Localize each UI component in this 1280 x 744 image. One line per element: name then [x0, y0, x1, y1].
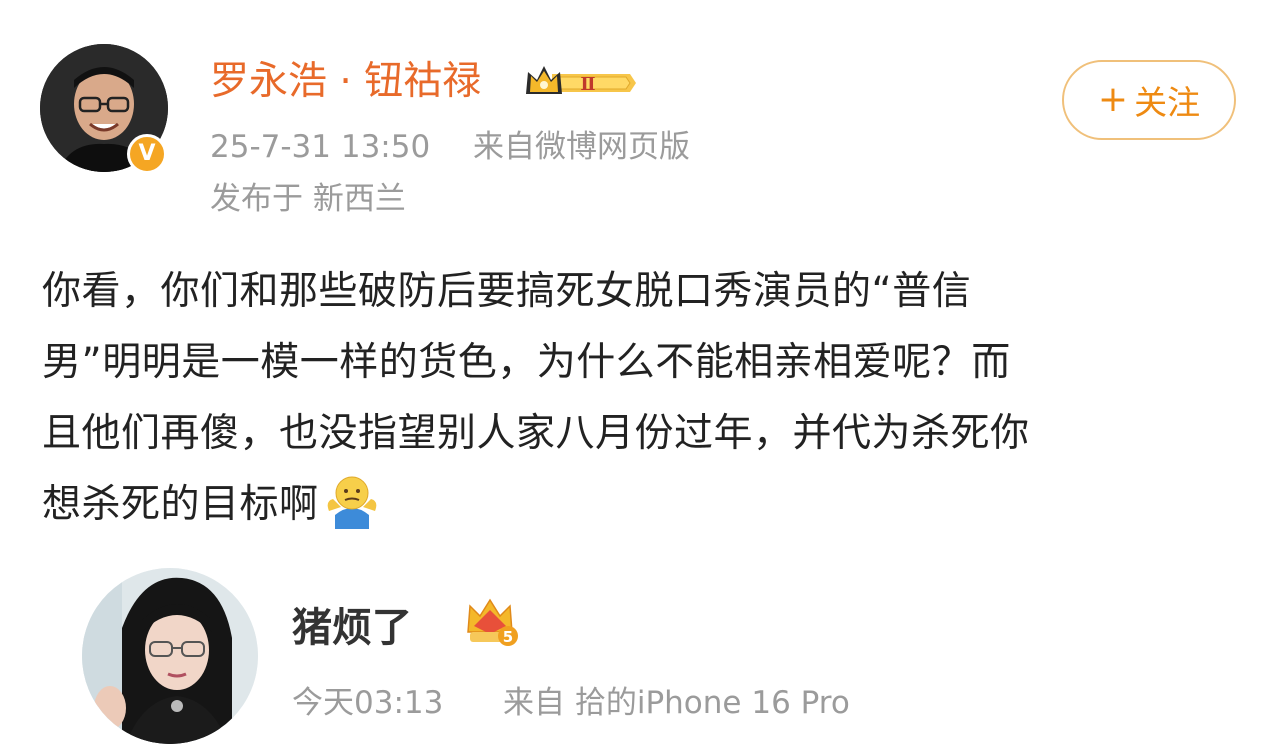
plus-icon: + [1097, 79, 1129, 120]
follow-button-label: 关注 [1134, 83, 1201, 122]
crown-level-text: Ⅱ [580, 74, 595, 95]
reply-level-text: 5 [503, 628, 513, 646]
reply-author-avatar[interactable] [82, 568, 258, 744]
post-content-line: 你看，你们和那些破防后要搞死女脱口秀演员的“普信 [42, 269, 972, 314]
post-content-text: 想杀死的目标啊 [42, 482, 319, 527]
post-content-line: 且他们再傻，也没指望别人家八月份过年，并代为杀死你 [42, 411, 1030, 456]
follow-button[interactable]: + 关注 [1062, 60, 1236, 140]
reply-author-name[interactable]: 猪烦了 [292, 604, 412, 652]
shrug-emoji-icon [327, 476, 376, 529]
post-content: 你看，你们和那些破防后要搞死女脱口秀演员的“普信 男”明明是一模一样的货色，为什… [42, 256, 1242, 540]
post-content-line: 男”明明是一模一样的货色，为什么不能相亲相爱呢？而 [42, 340, 1011, 385]
post-timestamp: 25-7-31 13:50 [210, 129, 431, 165]
crown-level-badge-icon: Ⅱ [522, 62, 636, 104]
post-source: 来自微博网页版 [473, 129, 690, 165]
author-name[interactable]: 罗永浩 · 钮祜禄 [210, 58, 481, 106]
reply-level-crown-icon: 5 [464, 596, 518, 648]
post-location: 发布于 新西兰 [210, 181, 406, 217]
woman-with-glasses-avatar [82, 568, 258, 744]
reply-timestamp: 今天03:13 [292, 685, 444, 721]
reply-source: 来自 拾的iPhone 16 Pro [503, 685, 850, 721]
verified-badge-icon: V [127, 134, 167, 174]
post-content-line-last: 想杀死的目标啊 [42, 469, 1242, 540]
